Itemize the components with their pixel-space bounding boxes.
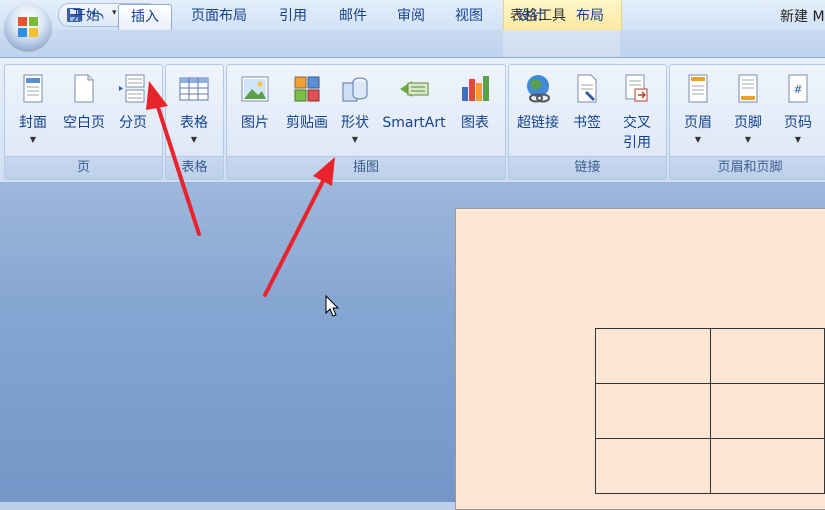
office-logo-icon [18,17,38,37]
mouse-cursor-icon [325,294,340,317]
red-arrow-to-page-break [146,81,201,236]
office-button[interactable] [5,4,51,50]
annotation-overlay [146,81,340,317]
red-arrow-to-illustrations [263,157,335,297]
